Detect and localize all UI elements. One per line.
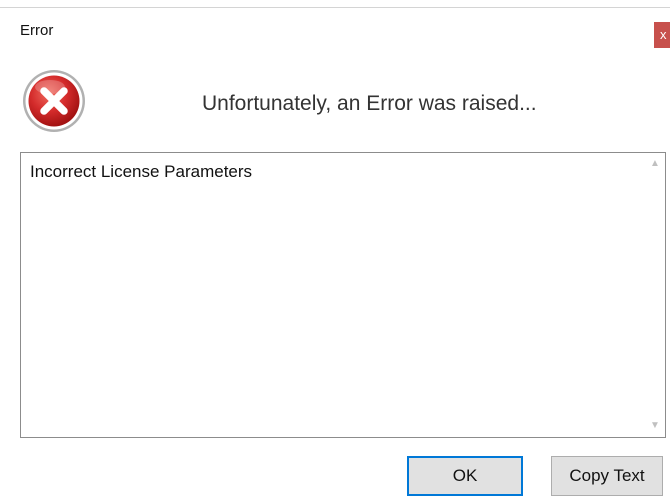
- ok-button[interactable]: OK: [407, 456, 523, 496]
- window-top-border: [0, 7, 670, 8]
- window-title: Error: [20, 22, 54, 39]
- vertical-scrollbar[interactable]: ▲ ▼: [645, 153, 665, 437]
- error-message-text: Incorrect License Parameters: [30, 162, 253, 181]
- error-icon: [20, 67, 88, 135]
- scroll-up-arrow-icon[interactable]: ▲: [645, 155, 665, 173]
- message-textarea[interactable]: Incorrect License Parameters ▲ ▼: [20, 152, 666, 438]
- close-button[interactable]: x: [654, 22, 670, 48]
- close-icon: x: [660, 27, 667, 42]
- scroll-down-arrow-icon[interactable]: ▼: [645, 417, 665, 435]
- error-headline: Unfortunately, an Error was raised...: [202, 92, 537, 115]
- copy-text-button[interactable]: Copy Text: [551, 456, 663, 496]
